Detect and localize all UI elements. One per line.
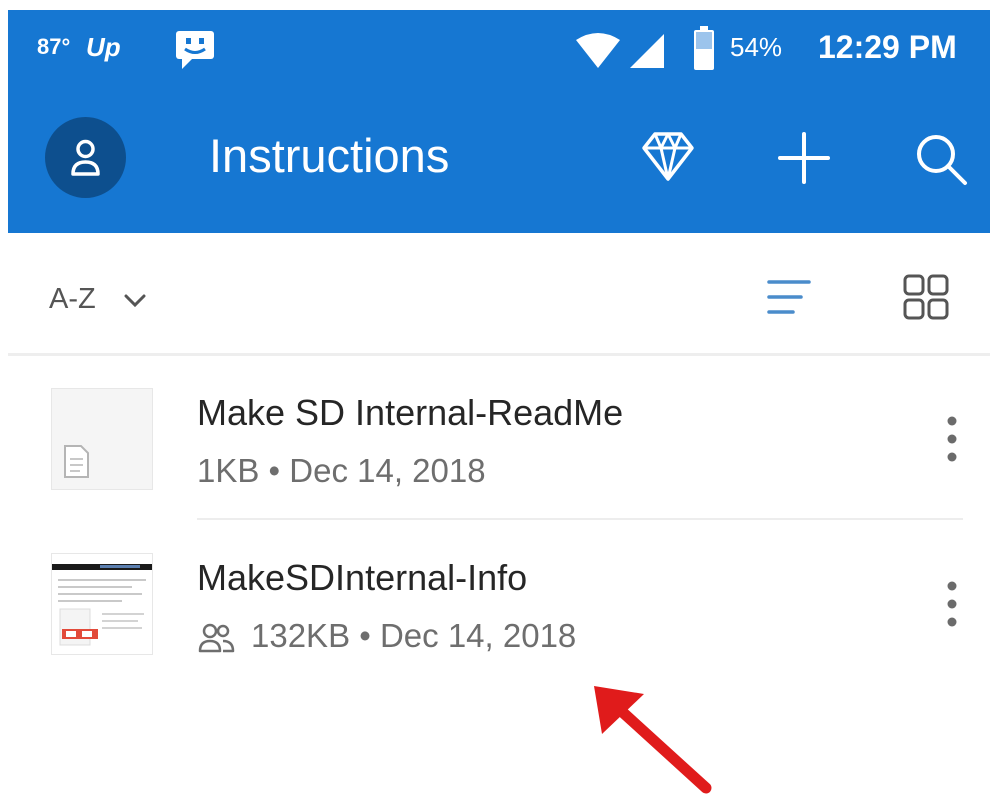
diamond-icon[interactable] (641, 130, 695, 182)
divider (8, 353, 990, 356)
file-row-info[interactable]: MakeSDInternal-Info 132KB • Dec 14, 2018 (8, 535, 990, 695)
red-arrow-annotation-icon (594, 686, 712, 794)
file-meta: 132KB • Dec 14, 2018 (251, 617, 577, 654)
file-name: MakeSDInternal-Info (197, 557, 528, 598)
file-row-readme[interactable]: Make SD Internal-ReadMe 1KB • Dec 14, 20… (8, 370, 990, 530)
more-options-icon[interactable] (940, 579, 964, 629)
person-icon (71, 139, 100, 176)
carrier-logo: Up (86, 32, 121, 62)
file-thumbnail (51, 553, 153, 655)
search-icon[interactable] (914, 132, 968, 186)
clock-text: 12:29 PM (818, 29, 957, 65)
file-name: Make SD Internal-ReadMe (197, 392, 624, 433)
wifi-icon (576, 33, 620, 68)
signal-icon (630, 34, 664, 68)
onedrive-folder-screen: 87° Up 54% 12:29 PM Instructions A-Z Mak… (0, 0, 996, 803)
plus-icon[interactable] (778, 132, 830, 184)
app-header: 87° Up 54% 12:29 PM Instructions (8, 10, 990, 233)
message-icon (176, 31, 214, 69)
sort-bar: A-Z (8, 233, 990, 353)
file-thumbnail (51, 388, 153, 490)
screenshot-preview-icon (52, 564, 152, 646)
status-bar: 87° Up 54% 12:29 PM (8, 10, 990, 84)
toolbar: Instructions (8, 84, 990, 233)
more-options-icon[interactable] (940, 414, 964, 464)
sort-dropdown-label[interactable]: A-Z (49, 283, 96, 316)
document-icon (64, 445, 89, 478)
list-view-icon[interactable] (767, 279, 811, 315)
chevron-down-icon[interactable] (124, 294, 146, 308)
account-avatar-button[interactable] (45, 117, 126, 198)
row-divider (197, 518, 963, 520)
folder-title: Instructions (209, 129, 450, 182)
file-meta: 1KB • Dec 14, 2018 (197, 452, 486, 489)
battery-icon (694, 26, 714, 70)
grid-view-icon[interactable] (902, 273, 950, 321)
battery-percentage: 54% (730, 32, 783, 62)
shared-people-icon (198, 623, 235, 653)
temperature-text: 87° (37, 34, 71, 59)
